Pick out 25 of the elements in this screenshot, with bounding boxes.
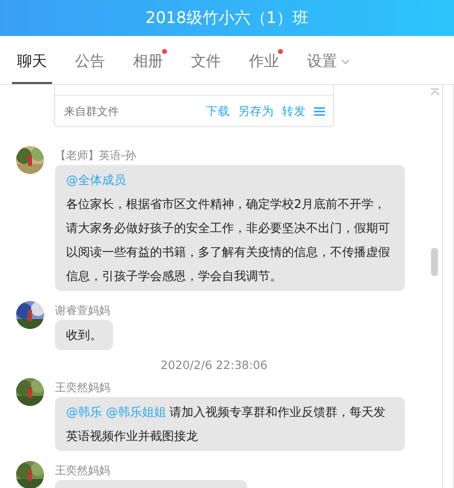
message-bubble: 收到。 xyxy=(55,320,113,350)
tab[interactable]: 公告 xyxy=(70,52,110,84)
tab[interactable]: 作业 xyxy=(244,52,284,84)
file-action-link[interactable]: 另存为 xyxy=(238,104,274,118)
window-title: 2018级竹小六（1）班 xyxy=(146,8,308,28)
sender-name: 王奕然妈妈 xyxy=(55,381,110,395)
scrollbar-thumb[interactable] xyxy=(431,248,438,276)
sender-name: 谢睿萱妈妈 xyxy=(55,304,110,318)
chevron-down-icon xyxy=(341,58,350,64)
unread-dot xyxy=(162,49,167,54)
file-source: 来自群文件 xyxy=(64,104,120,118)
tab[interactable]: 相册 xyxy=(128,52,168,84)
timestamp: 2020/2/6 22:38:06 xyxy=(160,358,268,372)
tab[interactable]: 文件 xyxy=(186,52,226,84)
scroll-top-icon[interactable] xyxy=(430,88,440,96)
file-action-link[interactable]: 转发 xyxy=(282,104,306,118)
message-bubble: @全体成员 各位家长，根据省市区文件精神，确定学校2月底前不开学，请大家务必做好孩子的安全工作，非必要坚决不出门，假期可以阅读一些有益的书籍，多了解有关疫情的信息，不传播虚假信息，引孩子学会感恩，学会自我调节。 xyxy=(55,165,405,291)
message-bubble: @韩乐 @韩乐姐姐 请加入视频专享群和作业反馈群，每天发英语视频作业并截图接龙 xyxy=(55,397,405,451)
file-action-link[interactable]: 下载 xyxy=(206,104,230,118)
sender-name: 王奕然妈妈 xyxy=(55,464,110,478)
tab[interactable]: 聊天 xyxy=(12,52,52,84)
unread-dot xyxy=(278,49,283,54)
menu-icon[interactable] xyxy=(314,106,325,116)
tab[interactable]: 设置 xyxy=(302,52,355,84)
sender-name: 【老师】英语-孙 xyxy=(55,149,136,163)
